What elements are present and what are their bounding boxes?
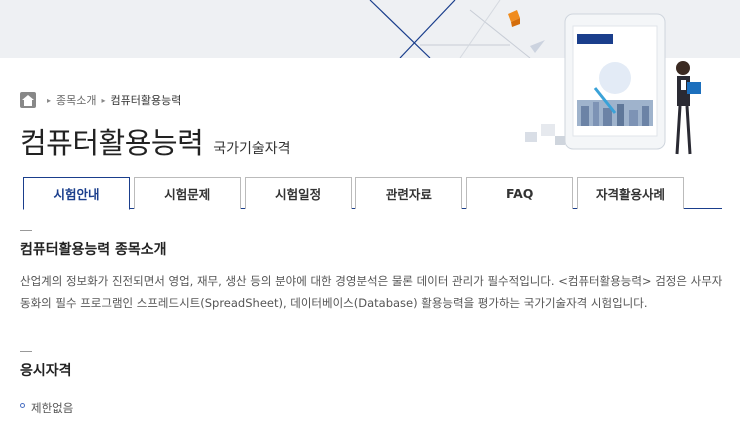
breadcrumb: ▸ 종목소개 ▸ 컴퓨터활용능력 xyxy=(20,92,181,108)
home-icon[interactable] xyxy=(20,92,36,108)
eligibility-text: 제한없음 xyxy=(31,401,74,415)
tab-exam-info[interactable]: 시험안내 xyxy=(23,177,130,210)
tab-exam-schedule[interactable]: 시험일정 xyxy=(244,177,352,209)
tab-faq[interactable]: FAQ xyxy=(466,177,574,209)
section-marker xyxy=(20,351,32,352)
chevron-right-icon: ▸ xyxy=(47,95,52,105)
tab-exam-questions[interactable]: 시험문제 xyxy=(133,177,241,209)
bullet-icon xyxy=(20,402,25,408)
tablet-illustration xyxy=(564,13,666,150)
title-row: 컴퓨터활용능력 국가기술자격 xyxy=(20,120,291,162)
tab-related-materials[interactable]: 관련자료 xyxy=(355,177,463,209)
page-title: 컴퓨터활용능력 xyxy=(20,126,204,160)
person-illustration xyxy=(675,61,701,155)
eligibility-heading: 응시자격 xyxy=(20,363,72,379)
hero-illustration xyxy=(505,8,740,168)
tab-bar: 시험안내 시험문제 시험일정 관련자료 FAQ 자격활용사례 xyxy=(23,177,722,210)
orange-cube-icon xyxy=(508,10,520,27)
chevron-right-icon: ▸ xyxy=(101,95,106,105)
intro-heading: 컴퓨터활용능력 종목소개 xyxy=(20,242,167,258)
breadcrumb-item[interactable]: 종목소개 xyxy=(56,92,96,108)
eligibility-section: 응시자격 xyxy=(20,351,72,380)
section-marker xyxy=(20,230,32,231)
page-subtitle: 국가기술자격 xyxy=(213,141,291,157)
intro-section: 컴퓨터활용능력 종목소개 xyxy=(20,230,167,259)
tab-use-cases[interactable]: 자격활용사례 xyxy=(576,177,684,209)
eligibility-item: 제한없음 xyxy=(20,400,73,416)
intro-body: 산업계의 정보화가 진전되면서 영업, 재무, 생산 등의 분야에 대한 경영분… xyxy=(20,274,723,310)
breadcrumb-current: 컴퓨터활용능력 xyxy=(110,94,182,107)
